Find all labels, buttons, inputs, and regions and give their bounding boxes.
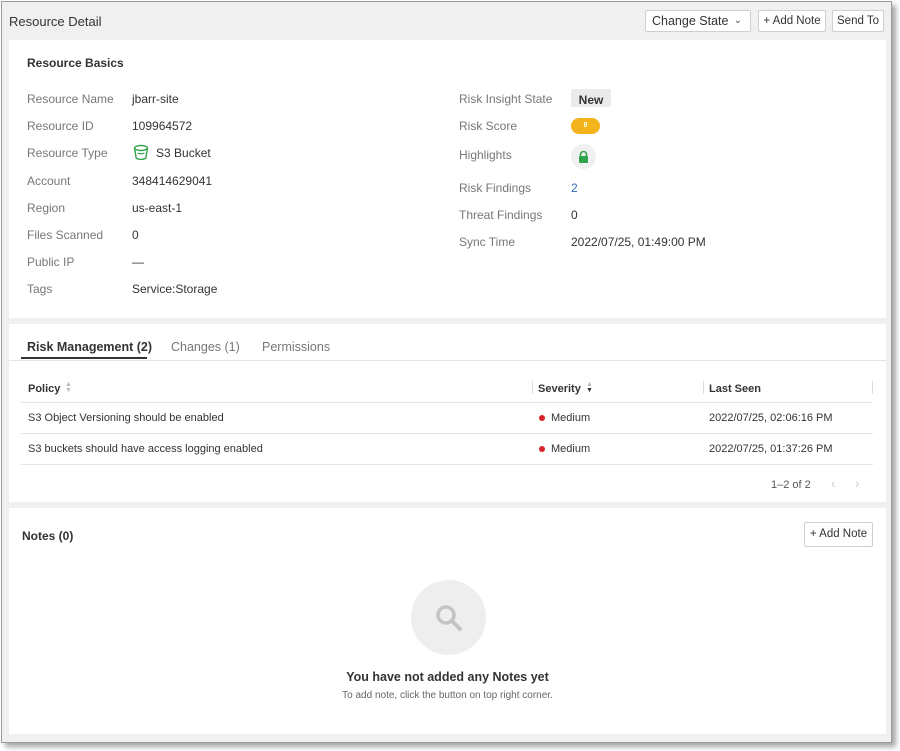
risk-management-card: Risk Management (2) Changes (1) Permissi… xyxy=(9,324,886,502)
label-resource-type: Resource Type xyxy=(27,146,108,160)
label-tags: Tags xyxy=(27,282,53,296)
risk-score-badge: 9 xyxy=(571,118,600,134)
column-divider xyxy=(703,381,704,394)
value-files-scanned: 0 xyxy=(132,228,139,242)
value-threat-findings: 0 xyxy=(571,208,578,222)
value-resource-name: jbarr-site xyxy=(132,92,179,106)
value-sync-time: 2022/07/25, 01:49:00 PM xyxy=(571,235,706,249)
empty-state-illustration xyxy=(411,580,486,655)
label-resource-name: Resource Name xyxy=(27,92,114,106)
risk-insight-state-badge: New xyxy=(571,89,611,107)
last-seen-cell: 2022/07/25, 02:06:16 PM xyxy=(709,412,833,424)
label-account: Account xyxy=(27,174,71,188)
table-header: Policy ▲ ▼ Severity ▲ ▼ Last Seen xyxy=(21,378,873,403)
label-threat-findings: Threat Findings xyxy=(459,208,543,222)
sort-desc-icon[interactable]: ▲ ▼ xyxy=(586,381,593,394)
send-to-button[interactable]: Send To xyxy=(832,10,884,32)
table-row[interactable]: S3 Object Versioning should be enabled M… xyxy=(21,403,873,434)
tab-bar: Risk Management (2) Changes (1) Permissi… xyxy=(9,324,886,361)
value-resource-id: 109964572 xyxy=(132,119,193,133)
resource-basics-card: Resource Basics Resource Name Resource I… xyxy=(9,40,886,318)
lock-icon xyxy=(578,150,589,168)
next-page-icon[interactable]: › xyxy=(855,476,859,491)
search-icon xyxy=(435,604,463,637)
notes-add-note-button[interactable]: + Add Note xyxy=(804,522,873,547)
change-state-dropdown[interactable]: Change State ⌄ xyxy=(645,10,751,32)
value-public-ip: — xyxy=(132,255,144,269)
column-header-severity[interactable]: Severity xyxy=(538,383,581,395)
severity-cell: Medium xyxy=(551,412,591,424)
column-header-policy[interactable]: Policy xyxy=(28,383,60,395)
page-title: Resource Detail xyxy=(9,14,102,29)
label-sync-time: Sync Time xyxy=(459,235,516,249)
tab-changes[interactable]: Changes (1) xyxy=(171,340,240,354)
value-region: us-east-1 xyxy=(132,201,183,215)
empty-state-subtitle: To add note, click the button on top rig… xyxy=(342,690,553,701)
value-account: 348414629041 xyxy=(132,174,213,188)
last-seen-cell: 2022/07/25, 01:37:26 PM xyxy=(709,443,833,455)
chevron-down-icon: ⌄ xyxy=(733,15,742,26)
label-risk-insight-state: Risk Insight State xyxy=(459,92,553,106)
section-title: Resource Basics xyxy=(27,56,124,70)
previous-page-icon[interactable]: ‹ xyxy=(831,476,835,491)
severity-dot xyxy=(539,415,545,421)
column-header-last-seen[interactable]: Last Seen xyxy=(709,383,761,395)
label-highlights: Highlights xyxy=(459,148,512,162)
change-state-label: Change State xyxy=(652,14,729,28)
value-resource-type: S3 Bucket xyxy=(156,146,211,160)
severity-dot xyxy=(539,446,545,452)
column-divider xyxy=(532,381,533,394)
s3-bucket-icon xyxy=(133,144,149,166)
policy-cell: S3 Object Versioning should be enabled xyxy=(28,412,224,424)
notes-title: Notes (0) xyxy=(22,529,74,543)
add-note-button[interactable]: + Add Note xyxy=(758,10,826,32)
pagination-label: 1–2 of 2 xyxy=(771,479,811,491)
resource-detail-window: Resource Detail Change State ⌄ + Add Not… xyxy=(1,1,892,743)
table-row[interactable]: S3 buckets should have access logging en… xyxy=(21,434,873,465)
label-resource-id: Resource ID xyxy=(27,119,94,133)
tab-risk-management[interactable]: Risk Management (2) xyxy=(27,340,152,354)
severity-cell: Medium xyxy=(551,443,591,455)
policy-cell: S3 buckets should have access logging en… xyxy=(28,443,263,455)
notes-card: Notes (0) + Add Note You have not added … xyxy=(9,508,886,734)
sort-icon[interactable]: ▲ ▼ xyxy=(65,381,72,394)
risk-findings-link[interactable]: 2 xyxy=(571,181,578,195)
label-risk-score: Risk Score xyxy=(459,119,518,133)
label-files-scanned: Files Scanned xyxy=(27,228,104,242)
column-divider xyxy=(872,381,873,394)
title-bar: Resource Detail Change State ⌄ + Add Not… xyxy=(2,2,891,40)
active-tab-indicator xyxy=(21,357,147,359)
label-risk-findings: Risk Findings xyxy=(459,181,532,195)
tab-permissions[interactable]: Permissions xyxy=(262,340,330,354)
empty-state-title: You have not added any Notes yet xyxy=(346,670,549,684)
label-public-ip: Public IP xyxy=(27,255,75,269)
value-tags: Service:Storage xyxy=(132,282,218,296)
label-region: Region xyxy=(27,201,66,215)
highlights-badge xyxy=(571,144,596,169)
